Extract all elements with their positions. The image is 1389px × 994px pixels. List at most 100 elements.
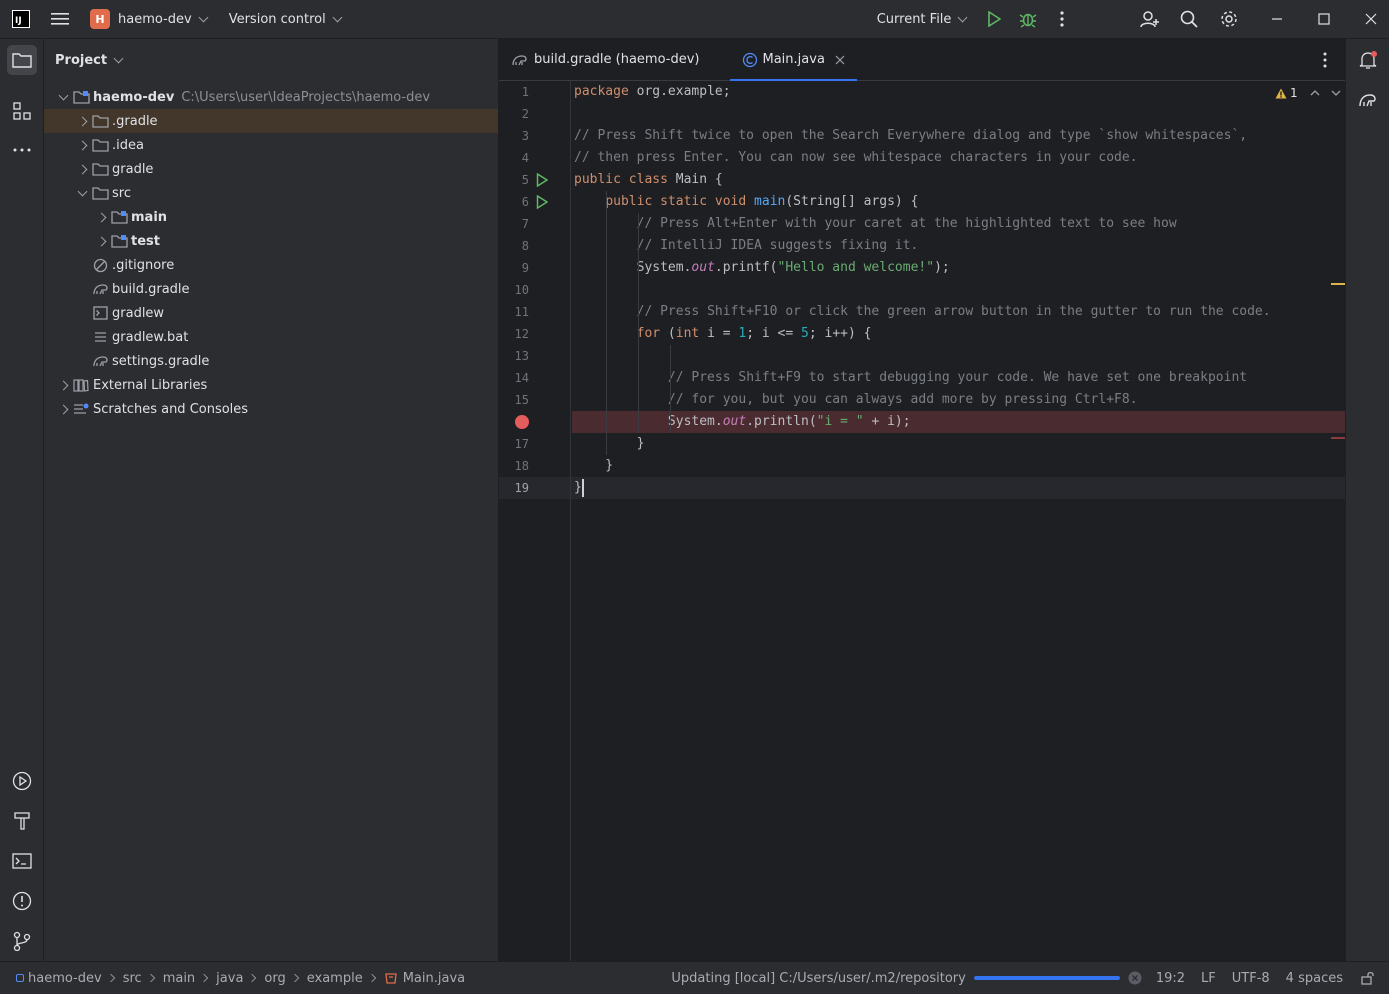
tree-item-settings-gradle[interactable]: settings.gradle — [44, 349, 498, 373]
code-line[interactable]: public class Main { — [574, 169, 723, 191]
tree-item-gradle[interactable]: gradle — [44, 157, 498, 181]
notifications-button[interactable] — [1353, 45, 1383, 75]
line-number[interactable]: 19 — [499, 477, 529, 499]
breakpoint-icon[interactable] — [515, 415, 529, 429]
code-line[interactable]: } — [574, 455, 613, 477]
tree-item-gradlew[interactable]: gradlew — [44, 301, 498, 325]
chevron-right-icon[interactable] — [96, 236, 106, 246]
breadcrumb-item[interactable]: src — [123, 971, 142, 986]
line-number[interactable]: 1 — [499, 81, 529, 103]
chevron-right-icon[interactable] — [58, 380, 68, 390]
background-task-progress[interactable] — [973, 976, 1120, 980]
line-number[interactable]: 8 — [499, 235, 529, 257]
gutter-run-icon[interactable] — [536, 194, 549, 213]
terminal-tool-button[interactable] — [7, 846, 37, 876]
line-number[interactable]: 18 — [499, 455, 529, 477]
run-configuration-selector[interactable]: Current File — [871, 5, 973, 33]
chevron-down-icon[interactable] — [77, 186, 87, 196]
code-line[interactable]: System.out.println("i = " + i); — [574, 411, 911, 433]
tree-item-haemo-dev[interactable]: haemo-dev C:\Users\user\IdeaProjects\haem… — [44, 85, 498, 109]
line-number[interactable]: 14 — [499, 367, 529, 389]
git-tool-button[interactable] — [7, 926, 37, 956]
close-tab-icon[interactable] — [835, 55, 845, 65]
line-number[interactable]: 13 — [499, 345, 529, 367]
tree-item-gradlew-bat[interactable]: gradlew.bat — [44, 325, 498, 349]
close-window-button[interactable] — [1357, 5, 1385, 33]
cancel-task-icon[interactable] — [1128, 971, 1142, 985]
settings-button[interactable] — [1215, 5, 1243, 33]
breadcrumb-item[interactable]: org — [264, 971, 285, 986]
line-number[interactable]: 12 — [499, 323, 529, 345]
chevron-up-icon[interactable] — [1310, 89, 1320, 97]
line-number[interactable]: 5 — [499, 169, 529, 191]
line-number[interactable]: 6 — [499, 191, 529, 213]
code-line[interactable]: // Press Shift twice to open the Search … — [574, 125, 1247, 147]
code-line[interactable]: // then press Enter. You can now see whi… — [574, 147, 1138, 169]
chevron-right-icon[interactable] — [77, 116, 87, 126]
main-menu-button[interactable] — [46, 5, 74, 33]
chevron-right-icon[interactable] — [77, 164, 87, 174]
code-line[interactable]: // IntelliJ IDEA suggests fixing it. — [574, 235, 919, 257]
gutter-run-icon[interactable] — [536, 172, 549, 191]
breadcrumb-item[interactable]: main — [163, 971, 195, 986]
code-line[interactable]: } — [574, 477, 582, 499]
services-tool-button[interactable] — [7, 766, 37, 796]
breadcrumb-item[interactable]: java — [216, 971, 243, 986]
line-number[interactable]: 17 — [499, 433, 529, 455]
warning-stripe-marker[interactable] — [1331, 283, 1345, 285]
tab-options-button[interactable] — [1311, 46, 1339, 74]
line-number[interactable]: 9 — [499, 257, 529, 279]
tree-item-gradle[interactable]: .gradle — [44, 109, 498, 133]
structure-tool-button[interactable] — [7, 96, 37, 126]
indent-setting[interactable]: 4 spaces — [1286, 971, 1343, 986]
code-line[interactable]: // Press Shift+F9 to start debugging you… — [574, 367, 1247, 389]
gradle-tool-button[interactable] — [1353, 85, 1383, 115]
code-line[interactable]: // for you, but you can always add more … — [574, 389, 1138, 411]
line-number[interactable]: 7 — [499, 213, 529, 235]
version-control-menu[interactable]: Version control — [223, 5, 347, 33]
chevron-down-icon[interactable] — [58, 90, 68, 100]
code-editor[interactable]: 1 2 3 4 5 6 7 8 9 10 11 12 13 14 15 17 18 19 package org.… — [499, 81, 1345, 961]
code-line[interactable]: package org.example; — [574, 81, 731, 103]
lock-icon[interactable] — [1361, 971, 1375, 985]
problems-tool-button[interactable] — [7, 886, 37, 916]
breakpoint-stripe-marker[interactable] — [1331, 437, 1345, 439]
chevron-right-icon[interactable] — [96, 212, 106, 222]
line-number[interactable]: 15 — [499, 389, 529, 411]
more-tool-windows-button[interactable] — [7, 135, 37, 165]
tree-item-build-gradle[interactable]: build.gradle — [44, 277, 498, 301]
breadcrumb-item[interactable]: example — [307, 971, 363, 986]
project-switcher[interactable]: H haemo-dev — [84, 5, 213, 33]
maximize-window-button[interactable] — [1310, 5, 1338, 33]
line-number[interactable]: 11 — [499, 301, 529, 323]
project-panel-header[interactable]: Project — [44, 39, 498, 81]
background-task-text[interactable]: Updating [local] C:/Users/user/.m2/repos… — [671, 971, 965, 986]
code-line[interactable]: public static void main(String[] args) { — [574, 191, 918, 213]
code-line[interactable]: // Press Shift+F10 or click the green ar… — [574, 301, 1271, 323]
tab-build-gradle[interactable]: build.gradle (haemo-dev) — [499, 39, 712, 81]
code-line[interactable]: // Press Alt+Enter with your caret at th… — [574, 213, 1177, 235]
chevron-right-icon[interactable] — [77, 140, 87, 150]
breadcrumb-item[interactable]: Main.java — [384, 971, 465, 986]
build-tool-button[interactable] — [7, 806, 37, 836]
line-separator[interactable]: LF — [1201, 971, 1216, 986]
more-actions-button[interactable] — [1048, 5, 1076, 33]
tree-item-gitignore[interactable]: .gitignore — [44, 253, 498, 277]
tree-item-test[interactable]: test — [44, 229, 498, 253]
tree-item-src[interactable]: src — [44, 181, 498, 205]
code-line[interactable]: for (int i = 1; i <= 5; i++) { — [574, 323, 872, 345]
editor-gutter[interactable]: 1 2 3 4 5 6 7 8 9 10 11 12 13 14 15 17 18 19 — [499, 81, 571, 961]
search-everywhere-button[interactable] — [1175, 5, 1203, 33]
minimize-window-button[interactable] — [1263, 5, 1291, 33]
chevron-right-icon[interactable] — [58, 404, 68, 414]
line-number[interactable]: 10 — [499, 279, 529, 301]
line-number[interactable]: 4 — [499, 147, 529, 169]
tree-item-idea[interactable]: .idea — [44, 133, 498, 157]
file-encoding[interactable]: UTF-8 — [1232, 971, 1270, 986]
tab-main-java[interactable]: Main.java — [729, 39, 858, 81]
tree-item-external-libraries[interactable]: External Libraries — [44, 373, 498, 397]
debug-button[interactable] — [1014, 5, 1042, 33]
tree-item-main[interactable]: main — [44, 205, 498, 229]
code-line[interactable]: } — [574, 433, 645, 455]
breadcrumb-item[interactable]: haemo-dev — [16, 971, 102, 986]
